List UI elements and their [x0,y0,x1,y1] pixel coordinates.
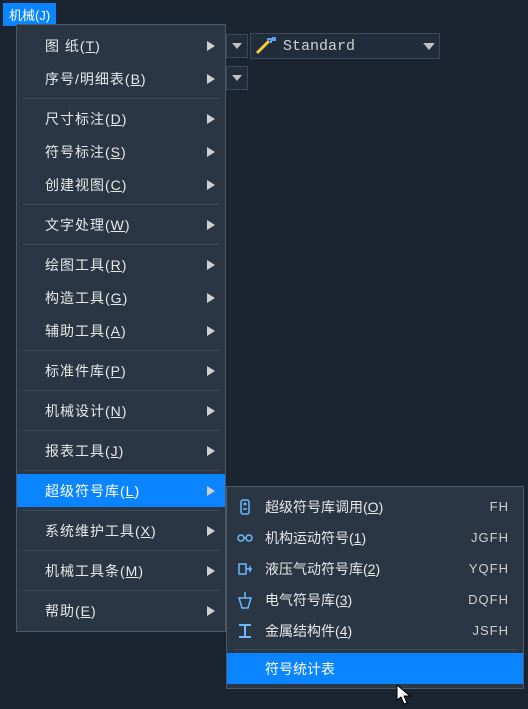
symbol-library-submenu: 超级符号库调用(O)FH机构运动符号(1)JGFH液压气动符号库(2)YQFH电… [226,486,524,689]
menu-item-4[interactable]: 创建视图(C) [17,168,225,201]
submenu-separator [233,649,517,650]
menu-separator [23,98,219,99]
menu-item-11[interactable]: 报表工具(J) [17,434,225,467]
submenu-item-0[interactable]: 超级符号库调用(O)FH [227,491,523,522]
toolbar-dropdown-1[interactable] [226,34,248,58]
menu-separator [23,590,219,591]
menu-item-2[interactable]: 尺寸标注(D) [17,102,225,135]
menu-separator [23,390,219,391]
toolbar-row-2 [226,66,248,90]
dim-style-selector[interactable]: Standard [250,33,440,59]
dim-style-icon [255,35,277,57]
menu-separator [23,244,219,245]
main-menu: 图 纸(T)序号/明细表(B) 尺寸标注(D)符号标注(S)创建视图(C) 文字处理… [16,24,226,632]
menu-item-12[interactable]: 超级符号库(L) [17,474,225,507]
submenu-item-3[interactable]: 电气符号库(3)DQFH [227,584,523,615]
menu-separator [23,550,219,551]
dim-style-label: Standard [283,38,355,55]
submenu-item-stats[interactable]: 符号统计表 [227,653,523,684]
menu-separator [23,350,219,351]
menu-separator [23,204,219,205]
menu-item-14[interactable]: 机械工具条(M) [17,554,225,587]
menu-item-3[interactable]: 符号标注(S) [17,135,225,168]
menu-item-5[interactable]: 文字处理(W) [17,208,225,241]
menu-item-13[interactable]: 系统维护工具(X) [17,514,225,547]
toolbar-row-1: Standard [226,30,440,62]
menu-item-0[interactable]: 图 纸(T) [17,29,225,62]
submenu-item-2[interactable]: 液压气动符号库(2)YQFH [227,553,523,584]
menu-item-6[interactable]: 绘图工具(R) [17,248,225,281]
toolbar-dropdown-2[interactable] [226,66,248,90]
menu-button-mechanical[interactable]: 机械(J) [3,3,56,26]
menu-item-7[interactable]: 构造工具(G) [17,281,225,314]
menu-item-10[interactable]: 机械设计(N) [17,394,225,427]
menu-item-15[interactable]: 帮助(E) [17,594,225,627]
menu-item-9[interactable]: 标准件库(P) [17,354,225,387]
menu-item-1[interactable]: 序号/明细表(B) [17,62,225,95]
menu-separator [23,470,219,471]
menu-item-8[interactable]: 辅助工具(A) [17,314,225,347]
menu-separator [23,510,219,511]
submenu-item-4[interactable]: 金属结构件(4)JSFH [227,615,523,646]
menu-separator [23,430,219,431]
caret-down-icon [423,43,435,50]
submenu-item-1[interactable]: 机构运动符号(1)JGFH [227,522,523,553]
